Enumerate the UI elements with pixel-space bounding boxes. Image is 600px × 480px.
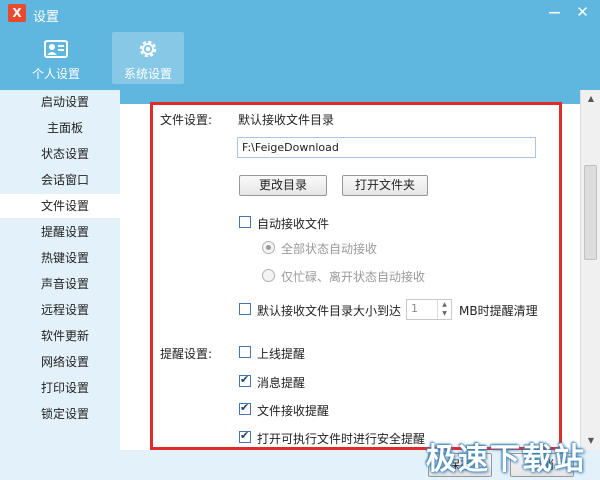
- close-button[interactable]: ✕: [569, 0, 596, 24]
- sidebar-item-startup[interactable]: 启动设置: [0, 90, 120, 114]
- vertical-scrollbar[interactable]: ▲ ▼: [580, 90, 600, 450]
- minimize-button[interactable]: —: [541, 0, 568, 24]
- sidebar-item-status[interactable]: 状态设置: [0, 142, 120, 166]
- scroll-down-arrow-icon[interactable]: ▼: [584, 434, 598, 448]
- watermark-text: 极速下载站: [426, 442, 586, 477]
- sidebar: 启动设置 主面板 状态设置 会话窗口 文件设置 提醒设置 热键设置 声音设置 远…: [0, 90, 120, 480]
- sidebar-item-reminder[interactable]: 提醒设置: [0, 220, 120, 244]
- sidebar-item-sound[interactable]: 声音设置: [0, 272, 120, 296]
- sidebar-item-main-panel[interactable]: 主面板: [0, 116, 120, 140]
- sidebar-item-file[interactable]: 文件设置: [0, 194, 120, 218]
- tab-personal-settings[interactable]: 个人设置: [20, 32, 92, 84]
- highlight-box: [150, 102, 562, 450]
- sidebar-item-hotkey[interactable]: 热键设置: [0, 246, 120, 270]
- sidebar-item-remote[interactable]: 远程设置: [0, 298, 120, 322]
- sidebar-item-print[interactable]: 打印设置: [0, 376, 120, 400]
- tab-label: 个人设置: [31, 67, 80, 81]
- sidebar-item-lock[interactable]: 锁定设置: [0, 402, 120, 426]
- contact-card-icon: [44, 40, 68, 58]
- sidebar-item-update[interactable]: 软件更新: [0, 324, 120, 348]
- tab-system-settings[interactable]: 系统设置: [112, 32, 184, 84]
- scroll-thumb[interactable]: [584, 165, 597, 260]
- tab-label: 系统设置: [123, 67, 172, 81]
- header-tabs: 个人设置 系统设置: [0, 28, 600, 90]
- scroll-up-arrow-icon[interactable]: ▲: [584, 92, 598, 106]
- title-bar: X 设置 — ✕: [0, 0, 600, 28]
- sidebar-item-chat-window[interactable]: 会话窗口: [0, 168, 120, 192]
- window-title: 设置: [33, 10, 60, 25]
- app-logo-icon: X: [8, 4, 26, 22]
- gear-icon: [139, 40, 157, 58]
- sidebar-item-network[interactable]: 网络设置: [0, 350, 120, 374]
